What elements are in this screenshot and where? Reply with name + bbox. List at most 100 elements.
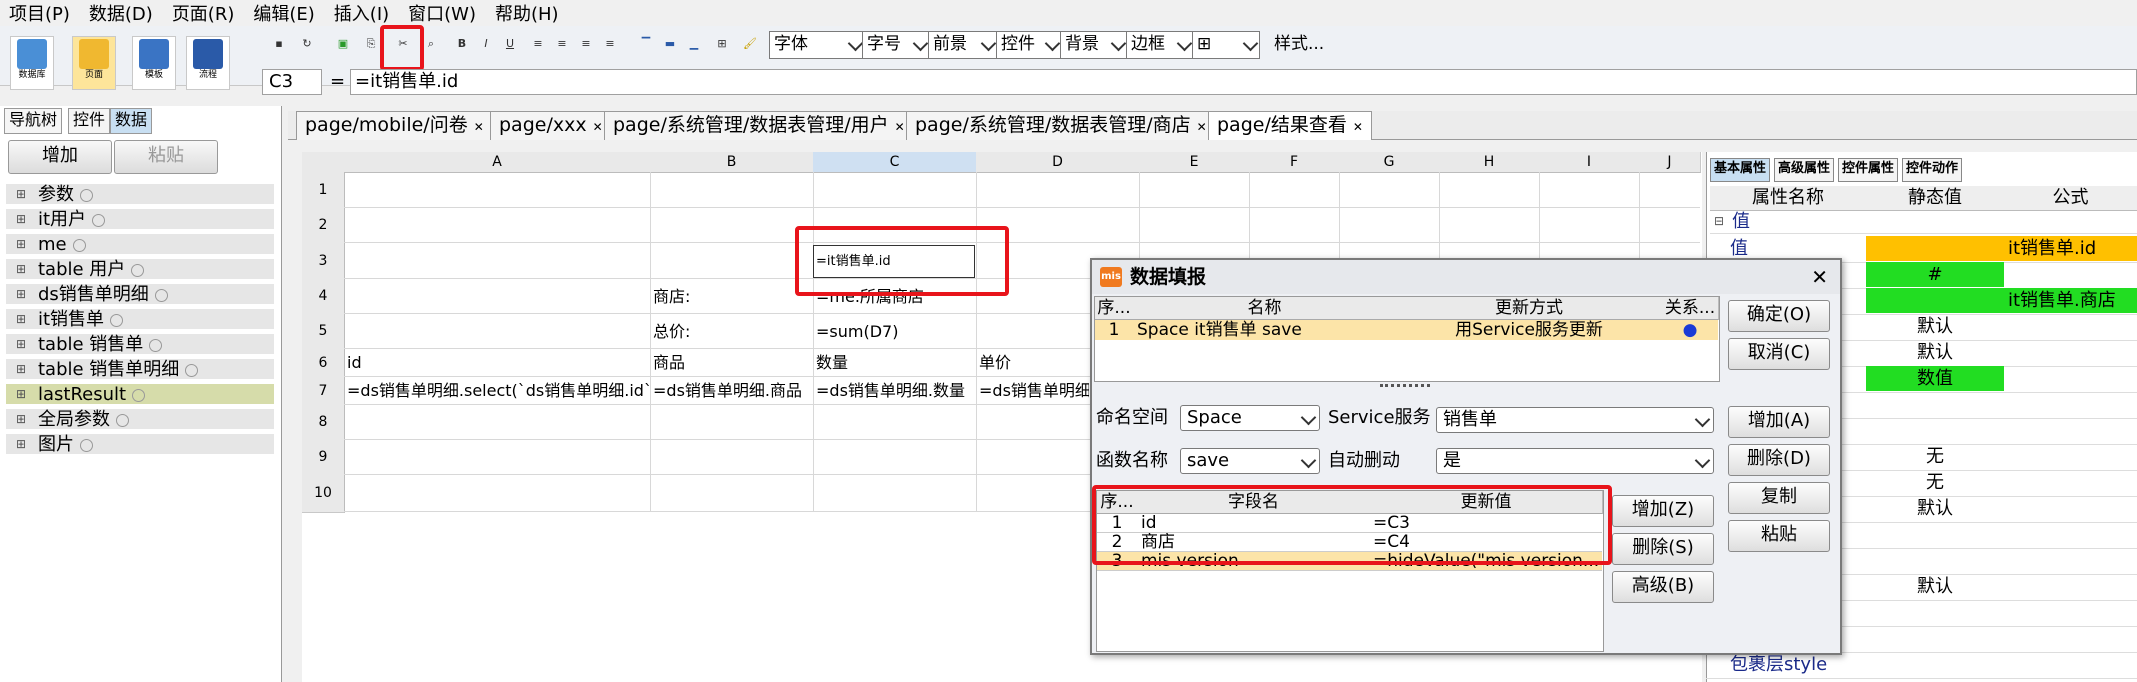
control-select[interactable]: 控件: [996, 31, 1062, 59]
tab-mobile-survey[interactable]: page/mobile/问卷 ✕: [296, 111, 493, 140]
italic-icon[interactable]: I: [479, 37, 493, 51]
database-button[interactable]: 数据库: [10, 36, 54, 90]
property-formula[interactable]: [2004, 444, 2137, 469]
cancel-button[interactable]: 取消(C): [1728, 338, 1830, 370]
expand-icon[interactable]: ⊞: [16, 438, 28, 450]
column-header[interactable]: F: [1249, 152, 1340, 173]
add-service-button[interactable]: 增加(A): [1728, 406, 1830, 438]
property-formula[interactable]: it销售单.商店: [2004, 288, 2137, 313]
add-field-button[interactable]: 增加(Z): [1612, 495, 1714, 527]
autolink-select[interactable]: 是: [1436, 448, 1714, 474]
ok-button[interactable]: 确定(O): [1728, 300, 1830, 332]
tab-controls[interactable]: 控件: [68, 108, 111, 134]
row-header[interactable]: 10: [302, 475, 345, 513]
menu-edit[interactable]: 编辑(E): [244, 0, 324, 26]
tab-data[interactable]: 数据: [110, 108, 153, 134]
property-static-value[interactable]: [1866, 288, 2004, 313]
tree-item[interactable]: ⊞ 全局参数: [6, 409, 274, 431]
delete-field-button[interactable]: 删除(S): [1612, 533, 1714, 565]
column-header[interactable]: D: [976, 152, 1140, 173]
foreground-select[interactable]: 前景: [928, 31, 998, 59]
grid-cell[interactable]: 商店:: [653, 288, 690, 306]
property-formula[interactable]: [2004, 626, 2137, 651]
property-static-value[interactable]: [1866, 600, 2004, 625]
advanced-button[interactable]: 高级(B): [1612, 571, 1714, 603]
column-header[interactable]: C: [813, 152, 977, 173]
align-center-icon[interactable]: ≡: [555, 37, 569, 51]
row-header[interactable]: 6: [302, 349, 345, 378]
row-header[interactable]: 4: [302, 279, 345, 315]
tree-item[interactable]: ⊞ it用户: [6, 209, 274, 231]
grid-cell[interactable]: 总价:: [653, 323, 690, 341]
property-static-value[interactable]: [1866, 236, 2004, 261]
tab-xxx[interactable]: page/xxx ✕: [490, 111, 612, 140]
tab-control-actions[interactable]: 控件动作: [1902, 158, 1963, 182]
background-select[interactable]: 背景: [1060, 31, 1128, 59]
property-formula[interactable]: [2004, 652, 2137, 677]
grid-cell[interactable]: 数量: [816, 354, 848, 372]
tree-item[interactable]: ⊞ table 销售单明细: [6, 359, 274, 381]
cell-reference-box[interactable]: C3: [262, 69, 322, 95]
tab-basic-props[interactable]: 基本属性: [1710, 158, 1771, 182]
close-icon[interactable]: ✕: [1353, 120, 1363, 134]
tree-item[interactable]: ⊞ ds销售单明细: [6, 284, 274, 306]
grid-cell[interactable]: =ds销售单明细.: [979, 382, 1089, 400]
property-static-value[interactable]: [1866, 392, 2004, 417]
close-icon[interactable]: ✕: [895, 120, 905, 134]
valign-top-icon[interactable]: ▔: [639, 37, 653, 51]
copy-button[interactable]: 复制: [1728, 482, 1830, 514]
property-static-value[interactable]: [1866, 652, 2004, 677]
grid-cell[interactable]: =sum(D7): [816, 323, 898, 341]
property-formula[interactable]: [2004, 496, 2137, 521]
column-header[interactable]: A: [344, 152, 651, 173]
page-button[interactable]: 页面: [72, 36, 116, 90]
grid-cell[interactable]: =ds销售单明细.数量: [816, 382, 965, 400]
tree-item[interactable]: ⊞ lastResult: [6, 384, 274, 406]
align-right-icon[interactable]: ≡: [579, 37, 593, 51]
property-static-value[interactable]: 默认: [1866, 574, 2004, 599]
justify-icon[interactable]: ≡: [603, 37, 617, 51]
grid-cell[interactable]: =ds销售单明细.商品: [653, 382, 802, 400]
refresh-icon[interactable]: ↻: [300, 37, 314, 51]
close-icon[interactable]: ✕: [593, 120, 603, 134]
delete-service-button[interactable]: 删除(D): [1728, 444, 1830, 476]
property-formula[interactable]: [2004, 522, 2137, 547]
row-header[interactable]: 7: [302, 377, 345, 406]
row-header[interactable]: 1: [302, 172, 345, 209]
expand-icon[interactable]: ⊞: [16, 288, 28, 300]
splitter-handle[interactable]: [1380, 384, 1430, 390]
tree-item[interactable]: ⊞ 图片: [6, 434, 274, 456]
formula-input[interactable]: =it销售单.id: [350, 69, 2137, 95]
column-header[interactable]: H: [1439, 152, 1540, 173]
property-static-value[interactable]: 无: [1866, 444, 2004, 469]
expand-icon[interactable]: ⊞: [16, 188, 28, 200]
menu-help[interactable]: 帮助(H): [486, 0, 569, 26]
format-brush-icon[interactable]: 🖌: [743, 37, 757, 51]
grid-cell[interactable]: id: [347, 354, 362, 372]
flow-button[interactable]: 流程: [186, 36, 230, 90]
tree-item[interactable]: ⊞ table 销售单: [6, 334, 274, 356]
property-formula[interactable]: [2004, 574, 2137, 599]
column-header[interactable]: B: [650, 152, 814, 173]
property-static-value[interactable]: [1866, 548, 2004, 573]
menu-window[interactable]: 窗口(W): [399, 0, 486, 26]
font-size-select[interactable]: 字号: [862, 31, 930, 59]
expand-icon[interactable]: ⊞: [16, 263, 28, 275]
align-left-icon[interactable]: ≡: [531, 37, 545, 51]
expand-icon[interactable]: ⊞: [16, 388, 28, 400]
property-static-value[interactable]: 默认: [1866, 340, 2004, 365]
save-icon[interactable]: ▪: [272, 37, 286, 51]
namespace-select[interactable]: Space: [1180, 405, 1320, 431]
property-static-value[interactable]: [1866, 626, 2004, 651]
property-formula[interactable]: [2004, 418, 2137, 443]
property-static-value[interactable]: [1866, 522, 2004, 547]
column-header[interactable]: I: [1539, 152, 1640, 173]
preview-icon[interactable]: ▣: [336, 37, 350, 51]
property-formula[interactable]: [2004, 600, 2137, 625]
expand-icon[interactable]: ⊞: [16, 213, 28, 225]
property-static-value[interactable]: #: [1866, 262, 2004, 287]
tree-item[interactable]: ⊞ table 用户: [6, 259, 274, 281]
grid-cell[interactable]: =ds销售单明细.select(`ds销售单明细.id`): [347, 382, 649, 400]
menu-data[interactable]: 数据(D): [80, 0, 163, 26]
tab-stores[interactable]: page/系统管理/数据表管理/商店 ✕: [906, 111, 1216, 140]
